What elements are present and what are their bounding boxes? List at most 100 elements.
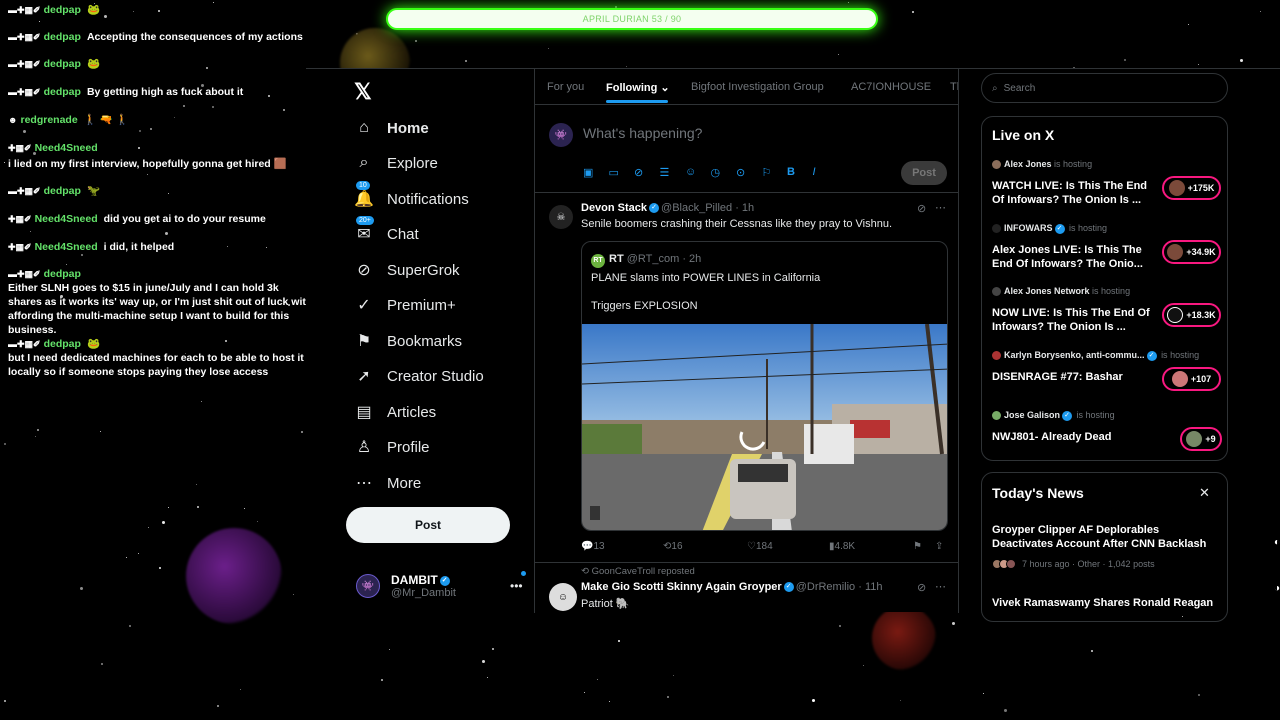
tab-bigfoot-investigation-group[interactable]: Bigfoot Investigation Group [691, 81, 824, 93]
live-item[interactable]: Alex Jones Network is hosting NOW LIVE: I… [992, 286, 1221, 333]
star-decoration [618, 640, 620, 642]
tweet-time: · 1h [735, 202, 755, 214]
close-icon[interactable]: ✕ [1199, 485, 1210, 501]
x-logo[interactable]: 𝕏 [354, 79, 372, 105]
views-button[interactable]: ▮ 4.8K [829, 541, 855, 552]
live-item[interactable]: Karlyn Borysenko, anti-commu... ✓ is host… [992, 350, 1221, 391]
image-icon[interactable]: ▣ [583, 166, 609, 179]
star-decoration [4, 162, 5, 163]
listener-count: +175K [1162, 176, 1221, 200]
tweet-author-name[interactable]: Make Gio Scotti Skinny Again Groyper [581, 581, 782, 593]
nav-bookmarks[interactable]: ⚑ Bookmarks [354, 329, 462, 353]
edge-icon[interactable]: ◐ [1274, 537, 1280, 548]
more-icon[interactable]: ⋯ [935, 580, 946, 593]
compose-toolbar: ▣ ▭ ⊘ ☰ ☺ ◷ ⊙ ⚐ B I [583, 166, 838, 179]
news-item-title[interactable]: Vivek Ramaswamy Shares Ronald Reagan [992, 596, 1220, 610]
grok-icon[interactable]: ⊘ [917, 202, 926, 215]
star-decoration [584, 692, 585, 693]
verified-badge-icon: ✓ [649, 203, 660, 214]
star-decoration [66, 264, 67, 265]
nav-notifications[interactable]: 🔔 10 Notifications [354, 181, 469, 211]
nav-label: Bookmarks [387, 332, 463, 350]
emoji-icon[interactable]: ☺ [685, 166, 711, 179]
tweet-handle[interactable]: @DrRemilio [796, 581, 855, 593]
account-switcher[interactable]: 👾 DAMBIT ✓ @Mr_Dambit ••• [356, 571, 526, 599]
repost-button[interactable]: ⟲ 16 [663, 541, 683, 552]
share-icon[interactable]: ⇪ [935, 541, 943, 552]
quote-time: · 2h [682, 253, 702, 265]
bookmark-icon[interactable]: ⚑ [913, 541, 922, 552]
star-decoration [812, 699, 815, 702]
star-decoration [4, 443, 6, 445]
grok-icon[interactable]: ⊘ [917, 581, 926, 594]
tab-following[interactable]: Following ⌄ [606, 81, 670, 103]
quoted-tweet[interactable]: RT RT @RT_com · 2h PLANE slams into POWER… [581, 241, 948, 531]
avatar[interactable]: ☠ [549, 205, 573, 229]
star-decoration [900, 700, 901, 701]
search-input[interactable]: ⌕ Search [981, 73, 1228, 103]
location-icon[interactable]: ⊙ [736, 166, 762, 179]
nav-articles[interactable]: ▤ Articles [354, 400, 436, 424]
tweet-author-name[interactable]: Devon Stack [581, 202, 647, 214]
quote-handle: @RT_com [626, 253, 680, 265]
nav-chat[interactable]: ✉ 20+ Chat [354, 216, 419, 246]
nav-premium[interactable]: ✓ Premium+ [354, 293, 455, 317]
star-decoration [492, 648, 494, 650]
nav-explore[interactable]: ⌕ Explore [354, 151, 438, 175]
nav-supergrok[interactable]: ⊘ SuperGrok [354, 258, 460, 282]
live-item[interactable]: Alex Jones is hosting WATCH LIVE: Is This… [992, 159, 1221, 206]
star-decoration [35, 436, 36, 437]
badge-icons: ✚▦✐ [8, 214, 32, 225]
emote-icon: 🐸 [86, 4, 101, 16]
star-decoration [217, 705, 219, 707]
star-decoration [301, 431, 303, 433]
avatar[interactable]: ☺ [549, 583, 577, 611]
video-player[interactable] [582, 324, 947, 530]
reply-button[interactable]: 💬 13 [581, 541, 605, 552]
chat-username: dedpap [43, 58, 81, 70]
star-decoration [129, 625, 131, 627]
nav-home[interactable]: ⌂ Home [354, 116, 429, 140]
nav-profile[interactable]: ♙ Profile [354, 435, 430, 459]
flag-icon[interactable]: ⚐ [762, 166, 788, 179]
tweet-handle[interactable]: @Black_Pilled [661, 202, 732, 214]
avatar [992, 351, 1001, 361]
tab-for-you[interactable]: For you [547, 81, 584, 93]
chat-username: dedpap [43, 4, 81, 16]
article-icon: ▤ [356, 404, 372, 421]
more-icon[interactable]: ••• [510, 579, 523, 593]
live-item[interactable]: INFOWARS ✓ is hosting Alex Jones LIVE: Is … [992, 223, 1221, 270]
rt-avatar: RT [591, 254, 605, 268]
x-app-window: 𝕏 ⌂ Home ⌕ Explore 🔔 10 Notifications ✉ 20+ Ch… [306, 68, 1280, 622]
bold-icon[interactable]: B [787, 166, 813, 179]
nav-more[interactable]: ⋯ More [354, 471, 421, 495]
nav-creator-studio[interactable]: ➚ Creator Studio [354, 364, 483, 388]
more-icon[interactable]: ⋯ [935, 201, 946, 214]
avatar: 👾 [549, 123, 573, 147]
star-decoration [912, 11, 914, 13]
news-item-title[interactable]: Groyper Clipper AF Deplorables Deactivat… [992, 523, 1220, 551]
tab-more[interactable]: Tl [950, 81, 958, 93]
post-button[interactable]: Post [346, 507, 510, 543]
edge-icon[interactable]: ◑ [1274, 583, 1280, 594]
compose-input[interactable]: What's happening? [583, 125, 702, 141]
verified-badge-icon: ✓ [439, 575, 450, 586]
news-item-meta: 7 hours ago · Other · 1,042 posts [992, 559, 1155, 569]
poll-icon[interactable]: ☰ [660, 166, 686, 179]
star-decoration [183, 105, 185, 107]
star-decoration [37, 429, 39, 431]
like-button[interactable]: ♡ 184 [747, 541, 773, 552]
italic-icon[interactable]: I [813, 166, 839, 179]
live-title: Alex Jones LIVE: Is This The End Of Info… [992, 244, 1143, 270]
star-decoration [81, 254, 83, 256]
gif-icon[interactable]: ▭ [609, 166, 635, 179]
compose-post-button[interactable]: Post [901, 161, 947, 185]
nav-label: SuperGrok [387, 261, 460, 279]
tweet[interactable]: ⟲ GoonCaveTroll reposted ☺ Make Gio Scot… [535, 562, 958, 613]
star-decoration [139, 130, 141, 132]
grok-icon[interactable]: ⊘ [634, 166, 660, 179]
chat-message: ✚▦✐ Need4Sneed [8, 141, 104, 155]
schedule-icon[interactable]: ◷ [711, 166, 737, 179]
live-item[interactable]: Jose Galison ✓ is hosting NWJ801- Already … [992, 410, 1222, 451]
tab-ac7ionhouse[interactable]: AC7IONHOUSE [851, 81, 931, 93]
